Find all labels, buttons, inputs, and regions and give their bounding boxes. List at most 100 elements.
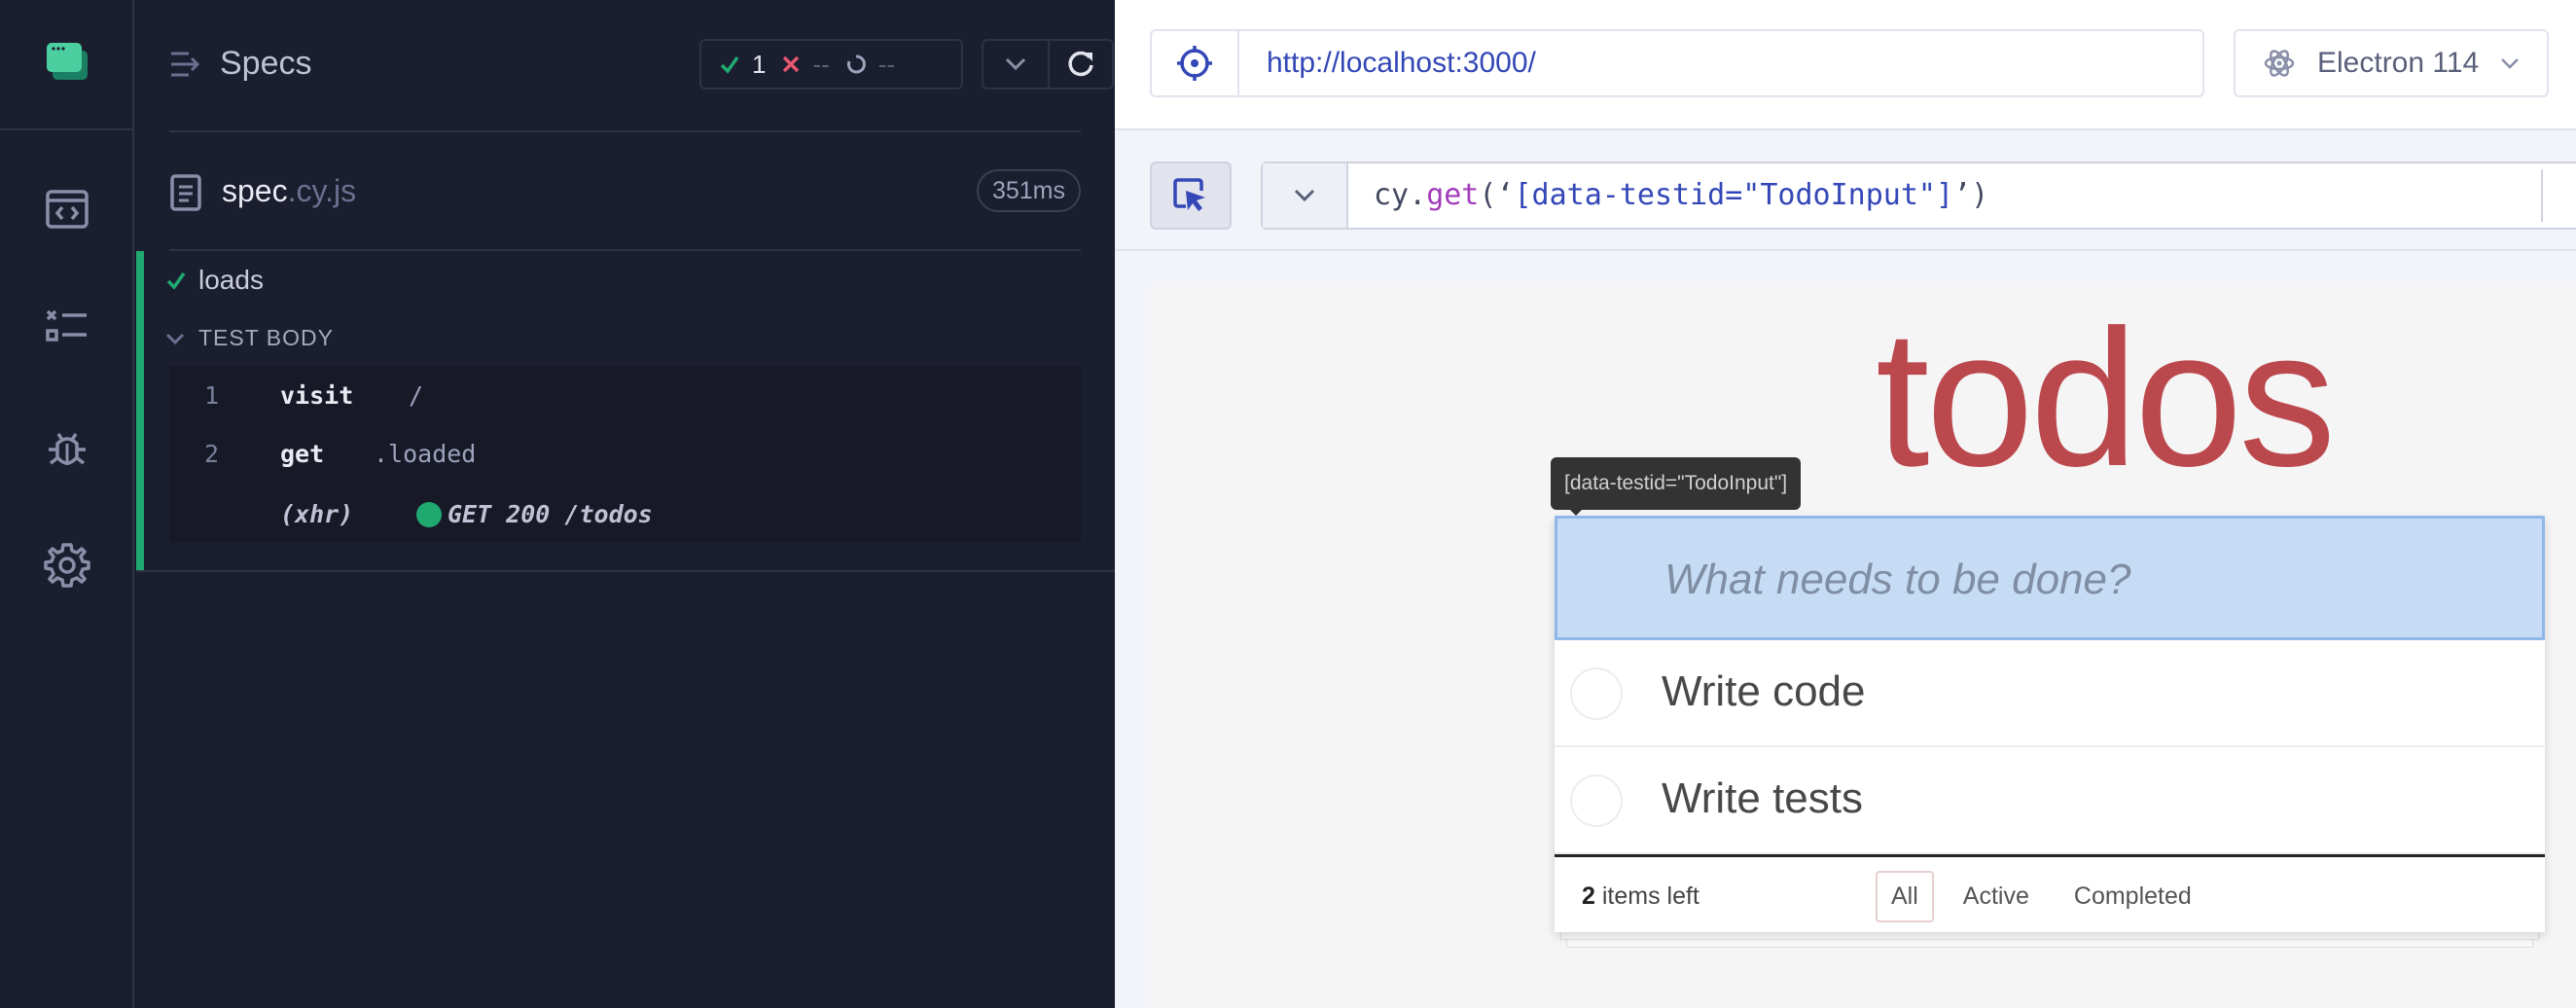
selector-playground-toggle[interactable] (1152, 31, 1239, 95)
xhr-status-dot (416, 502, 442, 527)
runs-nav-icon[interactable] (43, 304, 91, 352)
specs-toggle[interactable]: Specs (169, 45, 312, 83)
reporter-controls (982, 39, 1114, 90)
rerun-button[interactable] (1047, 41, 1112, 88)
failed-stat: -- (781, 49, 830, 80)
divider (136, 570, 1115, 572)
todo-item[interactable]: Write tests (1555, 747, 2545, 854)
spec-basename: spec (222, 173, 288, 208)
divider (2541, 169, 2543, 222)
debug-bug-icon[interactable] (43, 426, 91, 475)
chevron-down-icon (2501, 58, 2520, 69)
specs-title: Specs (220, 45, 312, 82)
settings-gear-icon[interactable] (43, 541, 91, 590)
command-number: 2 (204, 440, 220, 468)
selector-input[interactable]: cy.get(‘[data-testid="TodoInput"]’) (1261, 162, 2576, 230)
command-message: / (409, 381, 424, 410)
url-text[interactable]: http://localhost:3000/ (1239, 31, 1536, 95)
url-bar: http://localhost:3000/ (1150, 29, 2204, 97)
test-block: loads TEST BODY 1 visit / 2 get .loaded (136, 251, 1115, 572)
check-icon (720, 55, 739, 74)
todo-filters: All Active Completed (1876, 871, 2207, 922)
todo-app-card: What needs to be done? Write code Write … (1555, 516, 2545, 932)
refresh-icon (1068, 51, 1093, 77)
logo-area (0, 0, 134, 130)
command-list: 1 visit / 2 get .loaded (xhr) GET 200 /t… (169, 366, 1081, 543)
passed-check-icon (166, 271, 186, 290)
crosshair-icon (1177, 46, 1212, 81)
selector-playground: cy.get(‘[data-testid="TodoInput"]’) (1115, 132, 2576, 251)
chevron-down-icon (1294, 189, 1315, 202)
filter-all[interactable]: All (1876, 871, 1934, 922)
todo-toggle[interactable] (1570, 667, 1623, 720)
card-stack-shadow (1566, 940, 2533, 948)
selector-code[interactable]: cy.get(‘[data-testid="TodoInput"]’) (1348, 163, 1988, 228)
collapse-all-button[interactable] (984, 41, 1048, 88)
todo-item[interactable]: Write code (1555, 640, 2545, 747)
test-body-label: TEST BODY (198, 325, 334, 350)
electron-icon (2264, 50, 2295, 77)
spec-filename: spec.cy.js (222, 173, 356, 209)
command-number: 1 (204, 381, 220, 410)
xhr-message: GET 200 /todos (447, 500, 653, 528)
pending-stat: -- (845, 50, 895, 80)
element-picker-button[interactable] (1150, 162, 1232, 230)
items-left-count: 2 items left (1582, 882, 1699, 911)
tooltip-arrow (1568, 508, 1584, 516)
command-row[interactable]: 1 visit / (169, 366, 1081, 424)
todo-toggle[interactable] (1570, 774, 1623, 827)
test-body-header[interactable]: TEST BODY (165, 325, 334, 351)
document-icon (170, 174, 201, 211)
specs-list-icon (171, 52, 200, 76)
spec-file-row[interactable]: spec.cy.js 351ms (169, 165, 1081, 220)
new-todo-placeholder: What needs to be done? (1664, 556, 2131, 603)
passed-stat: 1 (719, 50, 766, 80)
xhr-label: (xhr) (280, 500, 354, 528)
items-left-number: 2 (1582, 882, 1595, 910)
command-name: get (280, 440, 325, 468)
browser-name: Electron 114 (2317, 47, 2480, 79)
spec-duration-badge: 351ms (976, 169, 1081, 212)
chevron-down-icon (165, 333, 185, 344)
pass-status-bar (136, 251, 144, 572)
selector-tooltip: [data-testid="TodoInput"] (1551, 457, 1802, 510)
app-under-test-viewport: todos [data-testid="TodoInput"] What nee… (1150, 286, 2576, 1008)
code-open: (‘ (1479, 178, 1515, 212)
failed-count: -- (812, 49, 830, 79)
filter-active[interactable]: Active (1948, 871, 2045, 922)
command-log-reporter: Specs 1 -- -- spec.cy.js 351ms loads TES… (136, 0, 1115, 1008)
code-close: ’) (1953, 178, 1989, 212)
card-stack-shadow (1560, 932, 2539, 940)
cursor-select-icon (1173, 178, 1205, 211)
x-icon (783, 55, 800, 73)
code-selector: [data-testid="TodoInput"] (1514, 178, 1954, 212)
cypress-logo-icon (47, 43, 88, 80)
test-title: loads (198, 265, 264, 295)
filter-completed[interactable]: Completed (2058, 871, 2207, 922)
todo-label: Write tests (1662, 774, 1864, 822)
test-stats: 1 -- -- (699, 39, 963, 90)
todo-label: Write code (1662, 667, 1866, 715)
new-todo-input[interactable]: What needs to be done? (1555, 516, 2545, 640)
todo-footer: 2 items left All Active Completed (1555, 854, 2545, 932)
aut-pane: http://localhost:3000/ Electron 114 cy.g… (1115, 0, 2576, 1008)
pending-spinner-icon (846, 54, 866, 74)
selector-method-dropdown[interactable] (1263, 163, 1348, 228)
browser-topbar: http://localhost:3000/ Electron 114 (1115, 0, 2576, 130)
specs-nav-icon[interactable] (43, 185, 91, 234)
pending-count: -- (877, 49, 896, 79)
command-message: .loaded (374, 440, 477, 468)
test-title-row[interactable]: loads (165, 265, 264, 296)
items-left-suffix: items left (1594, 882, 1699, 910)
passed-count: 1 (752, 49, 767, 79)
reporter-header: Specs 1 -- -- (169, 33, 1114, 97)
divider (169, 130, 1081, 132)
spec-extension: .cy.js (287, 173, 357, 208)
command-name: visit (280, 381, 354, 410)
browser-select[interactable]: Electron 114 (2234, 29, 2549, 97)
command-row[interactable]: 2 get .loaded (169, 424, 1081, 483)
xhr-row[interactable]: (xhr) GET 200 /todos (169, 485, 1081, 543)
chevron-down-icon (1005, 57, 1026, 71)
code-prefix: cy. (1374, 178, 1427, 212)
side-nav (0, 0, 134, 1008)
